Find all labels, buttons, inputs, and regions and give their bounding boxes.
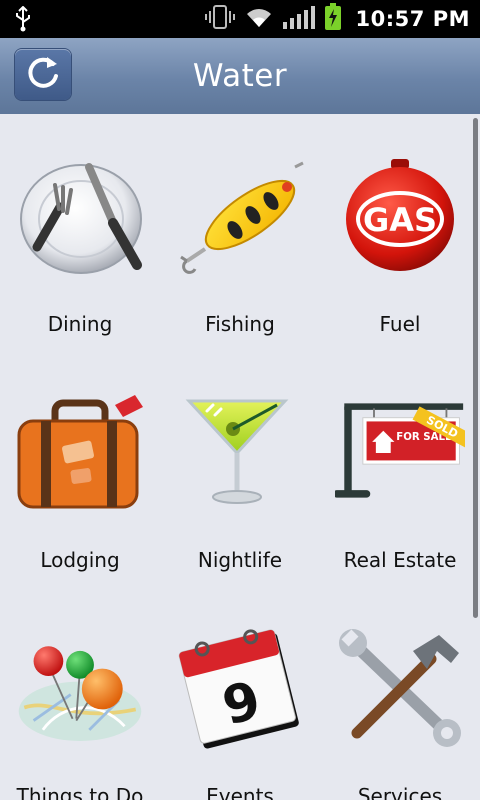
for-sale-sign-icon: FOR SALE SOLD	[335, 390, 465, 515]
category-nightlife[interactable]: Nightlife	[160, 350, 320, 580]
calendar-icon: 9	[175, 626, 305, 751]
dining-icon	[15, 154, 145, 279]
category-grid: Dining Fishing GAS Fuel Lodging Nightlif…	[0, 114, 480, 800]
fishing-lure-icon	[175, 154, 305, 279]
category-fuel[interactable]: GAS Fuel	[320, 114, 480, 344]
category-label: Services	[357, 784, 443, 800]
usb-icon	[14, 5, 32, 36]
category-label: Lodging	[40, 548, 120, 572]
refresh-button[interactable]	[15, 49, 71, 100]
gas-icon: GAS	[335, 154, 465, 279]
wifi-icon	[244, 5, 274, 33]
cocktail-icon	[175, 390, 305, 515]
refresh-icon	[23, 53, 63, 97]
map-pins-icon	[15, 626, 145, 751]
gas-sign-text: GAS	[363, 201, 437, 239]
category-label: Dining	[47, 312, 113, 336]
vibrate-icon	[204, 4, 236, 34]
suitcase-icon	[15, 390, 145, 515]
tools-icon	[335, 626, 465, 751]
category-label: Nightlife	[197, 548, 283, 572]
category-label: Real Estate	[343, 548, 457, 572]
category-label: Things to Do	[16, 784, 144, 800]
category-label: Events	[206, 784, 274, 800]
signal-icon	[282, 4, 316, 34]
category-events[interactable]: 9 Events	[160, 586, 320, 800]
category-label: Fishing	[205, 312, 275, 336]
category-dining[interactable]: Dining	[0, 114, 160, 344]
category-real-estate[interactable]: FOR SALE SOLD Real Estate	[320, 350, 480, 580]
category-things-to-do[interactable]: Things to Do	[0, 586, 160, 800]
category-lodging[interactable]: Lodging	[0, 350, 160, 580]
status-bar: 10:57 PM	[0, 0, 480, 38]
clock: 10:57 PM	[355, 7, 470, 31]
battery-charging-icon	[324, 3, 342, 35]
title-bar: Water	[0, 38, 480, 115]
category-fishing[interactable]: Fishing	[160, 114, 320, 344]
page-title: Water	[192, 58, 288, 94]
category-services[interactable]: Services	[320, 586, 480, 800]
category-label: Fuel	[379, 312, 421, 336]
